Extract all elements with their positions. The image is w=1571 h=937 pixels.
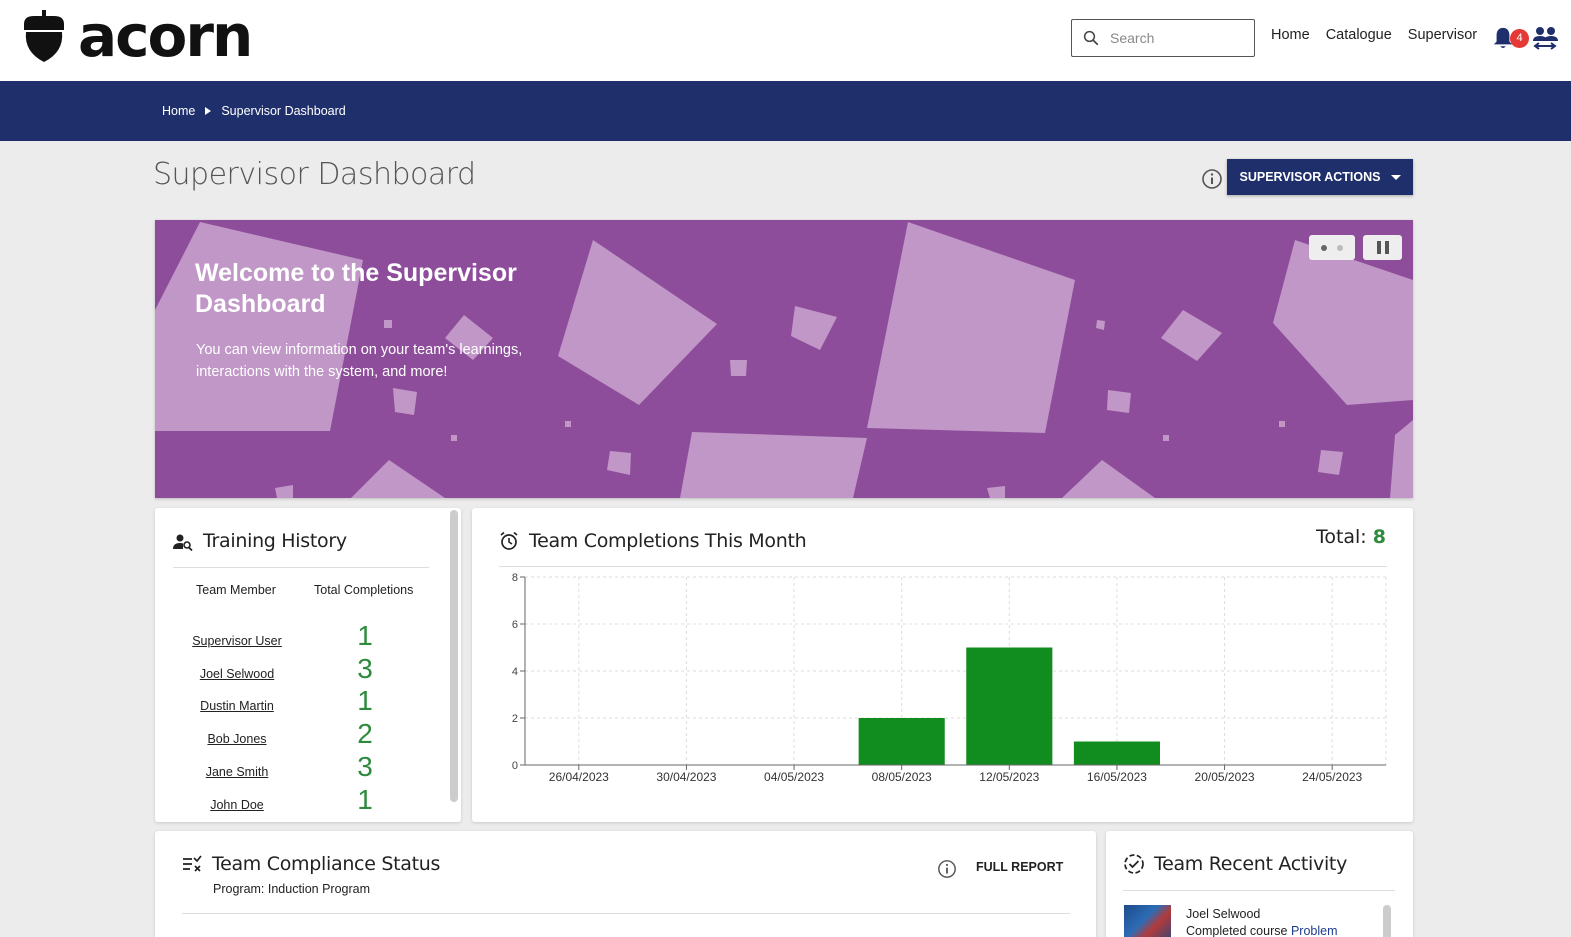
x-tick-label: 16/05/2023 (1087, 770, 1147, 784)
y-tick-label: 4 (512, 666, 518, 678)
checklist-icon (183, 855, 202, 872)
supervisor-actions-button[interactable]: SUPERVISOR ACTIONS (1227, 159, 1413, 195)
team-switch-icon[interactable] (1531, 24, 1559, 52)
chart-bar (966, 647, 1053, 765)
carousel-dot[interactable] (1337, 244, 1343, 251)
y-tick-label: 2 (512, 713, 518, 725)
member-link[interactable]: Joel Selwood (200, 667, 274, 681)
program-label: Program: Induction Program (213, 882, 371, 896)
welcome-banner: Welcome to the Supervisor Dashboard You … (155, 220, 1413, 498)
nav-catalogue[interactable]: Catalogue (1326, 27, 1392, 43)
nav-supervisor[interactable]: Supervisor (1408, 27, 1477, 43)
breadcrumb-home[interactable]: Home (162, 104, 195, 118)
breadcrumb-separator-icon (205, 107, 212, 115)
y-tick-label: 6 (512, 619, 518, 631)
carousel-pause-button[interactable] (1363, 235, 1402, 260)
training-history-title: Training History (203, 530, 347, 552)
completion-count: 1 (357, 685, 373, 716)
completions-bar-chart: 0 2 4 6 8 26/04/2023 30/04/2023 04/05/2023 08/05… (512, 572, 1387, 784)
member-link[interactable]: Dustin Martin (200, 699, 274, 713)
activity-action: Completed course (1186, 924, 1288, 937)
table-row: Supervisor User 1 (155, 620, 445, 653)
x-tick-label: 24/05/2023 (1302, 770, 1362, 784)
x-tick-label: 04/05/2023 (764, 770, 824, 784)
top-header: acorn Home Catalogue Supervisor 4 (0, 0, 1571, 81)
team-completions-card: Team Completions This Month Total: 8 024… (472, 508, 1413, 822)
activity-description: Completed course Problem (1186, 924, 1337, 937)
scrollbar[interactable] (1383, 905, 1391, 937)
banner-text: You can view information on your team's … (196, 342, 523, 380)
full-report-button[interactable]: FULL REPORT (976, 860, 1063, 874)
carousel-dot-active[interactable] (1321, 244, 1327, 251)
completion-count: 1 (357, 620, 373, 651)
y-tick-label: 0 (512, 760, 518, 772)
table-row: Dustin Martin 1 (155, 685, 445, 718)
search-box[interactable] (1071, 19, 1255, 57)
completion-count: 2 (357, 718, 373, 749)
nav-home[interactable]: Home (1271, 27, 1310, 43)
completion-count: 3 (357, 751, 373, 782)
x-tick-label: 30/04/2023 (656, 770, 716, 784)
breadcrumb: Home Supervisor Dashboard (162, 104, 346, 118)
member-link[interactable]: John Doe (210, 798, 264, 812)
divider (182, 913, 1070, 914)
table-row: John Doe 1 (155, 784, 445, 817)
col-total-completions: Total Completions (314, 583, 414, 597)
team-recent-activity-card: Team Recent Activity Joel Selwood Comple… (1106, 831, 1413, 937)
divider (1123, 890, 1395, 891)
page-title: Supervisor Dashboard (153, 157, 476, 192)
activity-course-link[interactable]: Problem (1291, 924, 1338, 937)
chart-bar (858, 718, 945, 765)
supervisor-actions-label: SUPERVISOR ACTIONS (1239, 170, 1381, 184)
info-icon[interactable] (1201, 168, 1223, 190)
divider (173, 567, 429, 568)
logo-text: acorn (78, 2, 253, 70)
team-compliance-card: Team Compliance Status Program: Inductio… (155, 831, 1096, 937)
acorn-logo[interactable]: acorn (20, 2, 253, 70)
user-search-icon (173, 534, 193, 552)
dashed-check-circle-icon (1124, 854, 1144, 874)
x-tick-label: 08/05/2023 (872, 770, 932, 784)
x-tick-label: 20/05/2023 (1195, 770, 1255, 784)
y-tick-label: 8 (512, 572, 518, 584)
team-recent-activity-title: Team Recent Activity (1154, 853, 1348, 875)
training-history-card: Training History Team Member Total Compl… (155, 508, 461, 822)
banner-title: Welcome to the Supervisor Dashboard (195, 259, 517, 318)
table-row: Bob Jones 2 (155, 718, 445, 751)
x-tick-label: 26/04/2023 (549, 770, 609, 784)
search-icon (1083, 30, 1099, 46)
member-link[interactable]: Bob Jones (207, 732, 266, 746)
notification-badge: 4 (1510, 29, 1529, 48)
carousel-dots[interactable] (1309, 235, 1355, 260)
member-link[interactable]: Jane Smith (206, 765, 269, 779)
completion-count: 1 (357, 784, 373, 815)
pause-icon-bar (1384, 241, 1389, 254)
x-tick-label: 12/05/2023 (979, 770, 1039, 784)
caret-down-icon (1390, 174, 1401, 180)
course-thumbnail (1124, 905, 1171, 937)
search-input[interactable] (1110, 30, 1240, 46)
table-row: Jane Smith 3 (155, 751, 445, 784)
completion-count: 3 (357, 653, 373, 684)
chart-bar (1073, 741, 1160, 765)
info-icon[interactable] (937, 859, 957, 879)
breadcrumb-bar: Home Supervisor Dashboard (0, 81, 1571, 141)
team-compliance-title: Team Compliance Status (212, 853, 441, 875)
activity-user: Joel Selwood (1186, 907, 1261, 921)
breadcrumb-current: Supervisor Dashboard (221, 104, 346, 118)
scrollbar[interactable] (450, 510, 458, 802)
pause-icon (1376, 241, 1381, 254)
col-team-member: Team Member (196, 583, 276, 597)
table-row: Joel Selwood 3 (155, 653, 445, 686)
main-nav: Home Catalogue Supervisor (1271, 27, 1477, 43)
acorn-icon (24, 10, 64, 62)
member-link[interactable]: Supervisor User (192, 634, 282, 648)
